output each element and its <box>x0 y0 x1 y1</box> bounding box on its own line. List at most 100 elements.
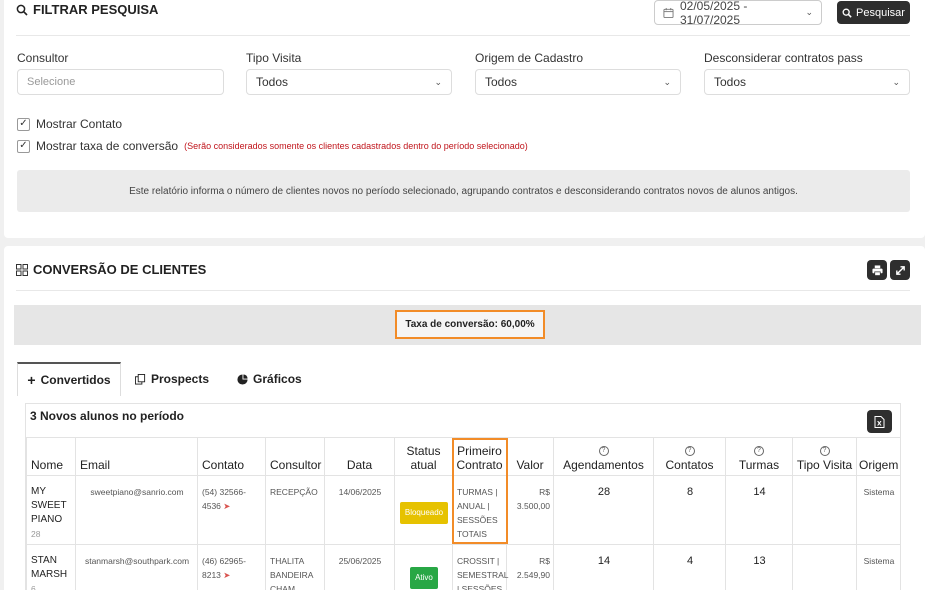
col-email[interactable]: Email <box>75 437 198 476</box>
cell-turmas: 14 <box>725 475 793 545</box>
col-turmas[interactable]: ? Turmas <box>725 437 793 476</box>
origem-cadastro-value: Todos <box>485 75 518 89</box>
grid-icon <box>16 263 28 276</box>
copy-icon <box>135 373 146 385</box>
send-icon[interactable]: ➤ <box>223 501 230 511</box>
cell-agendamentos: 28 <box>553 475 654 545</box>
tab-graficos[interactable]: Gráficos <box>223 362 316 396</box>
check-icon: ✓ <box>17 139 30 153</box>
col-valor[interactable]: Valor <box>506 437 554 476</box>
col-agendamentos-label: Agendamentos <box>563 458 644 472</box>
cell-contato: (46) 62965-8213 ➤ <box>197 544 266 590</box>
tipo-visita-select[interactable]: Todos ⌄ <box>246 69 452 95</box>
status-badge: Ativo <box>410 566 438 589</box>
filter-title: FILTRAR PESQUISA <box>16 2 158 17</box>
tab-prospects[interactable]: Prospects <box>121 362 223 396</box>
filter-panel: FILTRAR PESQUISA 02/05/2025 - 31/07/2025… <box>4 0 925 238</box>
client-id: 28 <box>31 529 41 539</box>
col-primeiro-contrato[interactable]: Primeiro Contrato <box>452 437 507 476</box>
table-row[interactable]: MY SWEET PIANO 28 sweetpiano@sanrio.com (… <box>26 475 901 545</box>
subtitle: 3 Novos alunos no período <box>30 409 185 423</box>
excel-icon: X <box>874 415 885 428</box>
cell-contrato: CROSSIT | SEMESTRAL | SESSÕES <box>452 544 509 590</box>
consultor-select[interactable]: Selecione <box>17 69 224 95</box>
cell-data: 25/06/2025 <box>324 544 395 590</box>
conversion-title-text: CONVERSÃO DE CLIENTES <box>33 262 207 277</box>
col-contatos-label: Contatos <box>665 458 714 472</box>
cell-origem: Sistema <box>856 475 901 545</box>
desconsiderar-select[interactable]: Todos ⌄ <box>704 69 910 95</box>
chevron-down-icon: ⌄ <box>663 76 671 87</box>
status-badge: Bloqueado <box>399 502 449 524</box>
search-icon <box>842 8 852 18</box>
tipo-visita-value: Todos <box>256 75 289 89</box>
client-id: 6 <box>31 584 36 590</box>
send-icon[interactable]: ➤ <box>223 570 230 580</box>
cell-turmas: 13 <box>725 544 793 590</box>
cell-nome: MY SWEET PIANO 28 <box>26 475 76 545</box>
info-text: Este relatório informa o número de clien… <box>129 185 798 197</box>
tab-bar: + Convertidos Prospects Gráficos <box>17 362 316 396</box>
tab-convertidos-label: Convertidos <box>40 373 111 387</box>
col-nome[interactable]: Nome <box>26 437 76 476</box>
consultor-placeholder: Selecione <box>27 76 76 88</box>
search-button-label: Pesquisar <box>856 6 905 19</box>
mostrar-taxa-checkbox[interactable]: ✓ Mostrar taxa de conversão (Serão consi… <box>17 139 528 153</box>
conversion-panel: CONVERSÃO DE CLIENTES Taxa de conversão:… <box>4 246 925 590</box>
cell-origem: Sistema <box>856 544 901 590</box>
plus-icon: + <box>27 372 36 388</box>
cell-nome: STAN MARSH 6 <box>26 544 76 590</box>
mostrar-contato-checkbox[interactable]: ✓ Mostrar Contato <box>17 117 122 131</box>
client-name[interactable]: STAN MARSH <box>31 554 72 582</box>
question-icon: ? <box>684 446 695 456</box>
expand-icon <box>895 265 905 275</box>
info-box: Este relatório informa o número de clien… <box>17 170 910 212</box>
tab-content: 3 Novos alunos no período X Nome Email C… <box>25 403 901 590</box>
chevron-down-icon: ⌄ <box>892 76 900 87</box>
col-consultor[interactable]: Consultor <box>265 437 325 476</box>
pie-chart-icon <box>237 373 248 385</box>
tipo-visita-label: Tipo Visita <box>246 51 302 65</box>
col-contato[interactable]: Contato <box>197 437 266 476</box>
export-excel-button[interactable]: X <box>867 410 892 433</box>
cell-valor: R$ 3.500,00 <box>506 475 554 545</box>
col-origem[interactable]: Origem <box>856 437 901 476</box>
col-turmas-label: Turmas <box>738 458 780 472</box>
cell-email: stanmarsh@southpark.com <box>75 544 198 590</box>
origem-cadastro-select[interactable]: Todos ⌄ <box>475 69 681 95</box>
cell-contrato: TURMAS | ANUAL | SESSÕES TOTAIS <box>452 475 507 545</box>
client-name[interactable]: MY SWEET PIANO <box>31 485 72 527</box>
table-row[interactable]: STAN MARSH 6 stanmarsh@southpark.com (46)… <box>26 544 901 590</box>
filter-title-text: FILTRAR PESQUISA <box>33 2 159 17</box>
col-tipo-visita[interactable]: ? Tipo Visita <box>792 437 857 476</box>
question-icon: ? <box>598 446 609 456</box>
cell-status: Bloqueado <box>394 475 453 545</box>
col-agendamentos[interactable]: ? Agendamentos <box>553 437 654 476</box>
conversion-rate-text: Taxa de conversão: 60,00% <box>405 319 535 330</box>
tab-convertidos[interactable]: + Convertidos <box>17 362 121 396</box>
cell-consultor: THALITA BANDEIRA CHAM <box>265 544 325 590</box>
cell-valor: R$ 2.549,90 <box>506 544 554 590</box>
expand-button[interactable] <box>890 260 910 280</box>
consultor-label: Consultor <box>17 51 69 65</box>
cell-contatos: 4 <box>653 544 726 590</box>
search-button[interactable]: Pesquisar <box>837 1 910 24</box>
col-data[interactable]: Data <box>324 437 395 476</box>
col-tipo-visita-label: Tipo Visita <box>796 458 853 472</box>
cell-status: Ativo <box>394 544 453 590</box>
mostrar-contato-label: Mostrar Contato <box>36 117 123 131</box>
print-button[interactable] <box>867 260 887 280</box>
col-status[interactable]: Status atual <box>394 437 453 476</box>
date-range-picker[interactable]: 02/05/2025 - 31/07/2025 ⌄ <box>654 0 822 27</box>
desconsiderar-value: Todos <box>714 75 747 89</box>
tab-graficos-label: Gráficos <box>253 372 302 386</box>
print-icon <box>871 264 883 276</box>
check-icon: ✓ <box>17 117 30 131</box>
search-icon <box>16 4 28 16</box>
cell-agendamentos: 14 <box>553 544 654 590</box>
conversion-rate-box: Taxa de conversão: 60,00% <box>395 310 545 339</box>
desconsiderar-label: Desconsiderar contratos pass <box>704 51 863 65</box>
conversion-title: CONVERSÃO DE CLIENTES <box>16 262 206 277</box>
col-contatos[interactable]: ? Contatos <box>653 437 726 476</box>
clients-table: Nome Email Contato Consultor Data Status… <box>26 437 901 590</box>
